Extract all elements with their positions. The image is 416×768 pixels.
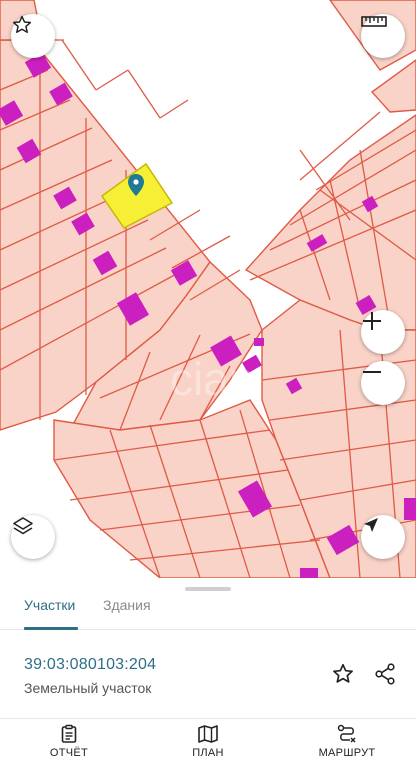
- star-outline-icon: [333, 663, 353, 683]
- route-icon: [337, 724, 356, 743]
- navigation-arrow-icon: [364, 518, 378, 532]
- favorite-parcel-button[interactable]: [329, 660, 357, 688]
- favorite-map-button[interactable]: [11, 14, 55, 58]
- parcel-type: Земельный участок: [24, 680, 152, 696]
- zoom-out-button[interactable]: [361, 361, 405, 405]
- tab-buildings[interactable]: Здания: [103, 597, 151, 613]
- bottom-navigation: ОТЧЁТ ПЛАН МАРШРУТ: [0, 718, 416, 768]
- active-tab-indicator: [24, 627, 78, 630]
- cadastral-number[interactable]: 39:03:080103:204: [24, 656, 156, 674]
- nav-report[interactable]: ОТЧЁТ: [24, 724, 114, 766]
- layers-icon: [13, 517, 33, 535]
- ruler-button[interactable]: [361, 14, 405, 58]
- nav-route[interactable]: МАРШРУТ: [302, 724, 392, 766]
- map-icon: [198, 725, 218, 743]
- nav-plan-label: ПЛАН: [192, 747, 224, 759]
- zoom-in-button[interactable]: [361, 310, 405, 354]
- share-button[interactable]: [371, 660, 399, 688]
- minus-icon: [363, 371, 381, 373]
- my-location-button[interactable]: [361, 515, 405, 559]
- parcel-info-sheet: Участки Здания 39:03:080103:204 Земельны…: [0, 578, 416, 768]
- cadastral-map[interactable]: cian: [0, 0, 416, 578]
- sheet-tabs: Участки Здания: [0, 578, 416, 630]
- layers-button[interactable]: [11, 515, 55, 559]
- tab-parcels[interactable]: Участки: [24, 597, 75, 613]
- map-watermark: cian: [170, 353, 254, 405]
- nav-plan[interactable]: ПЛАН: [163, 724, 253, 766]
- nav-route-label: МАРШРУТ: [318, 747, 376, 759]
- ruler-icon: [361, 16, 387, 27]
- plus-icon: [363, 312, 381, 330]
- clipboard-icon: [61, 724, 77, 743]
- share-icon: [375, 663, 395, 685]
- nav-report-label: ОТЧЁТ: [49, 747, 89, 759]
- star-outline-icon: [12, 15, 32, 33]
- map-canvas[interactable]: cian: [0, 0, 416, 578]
